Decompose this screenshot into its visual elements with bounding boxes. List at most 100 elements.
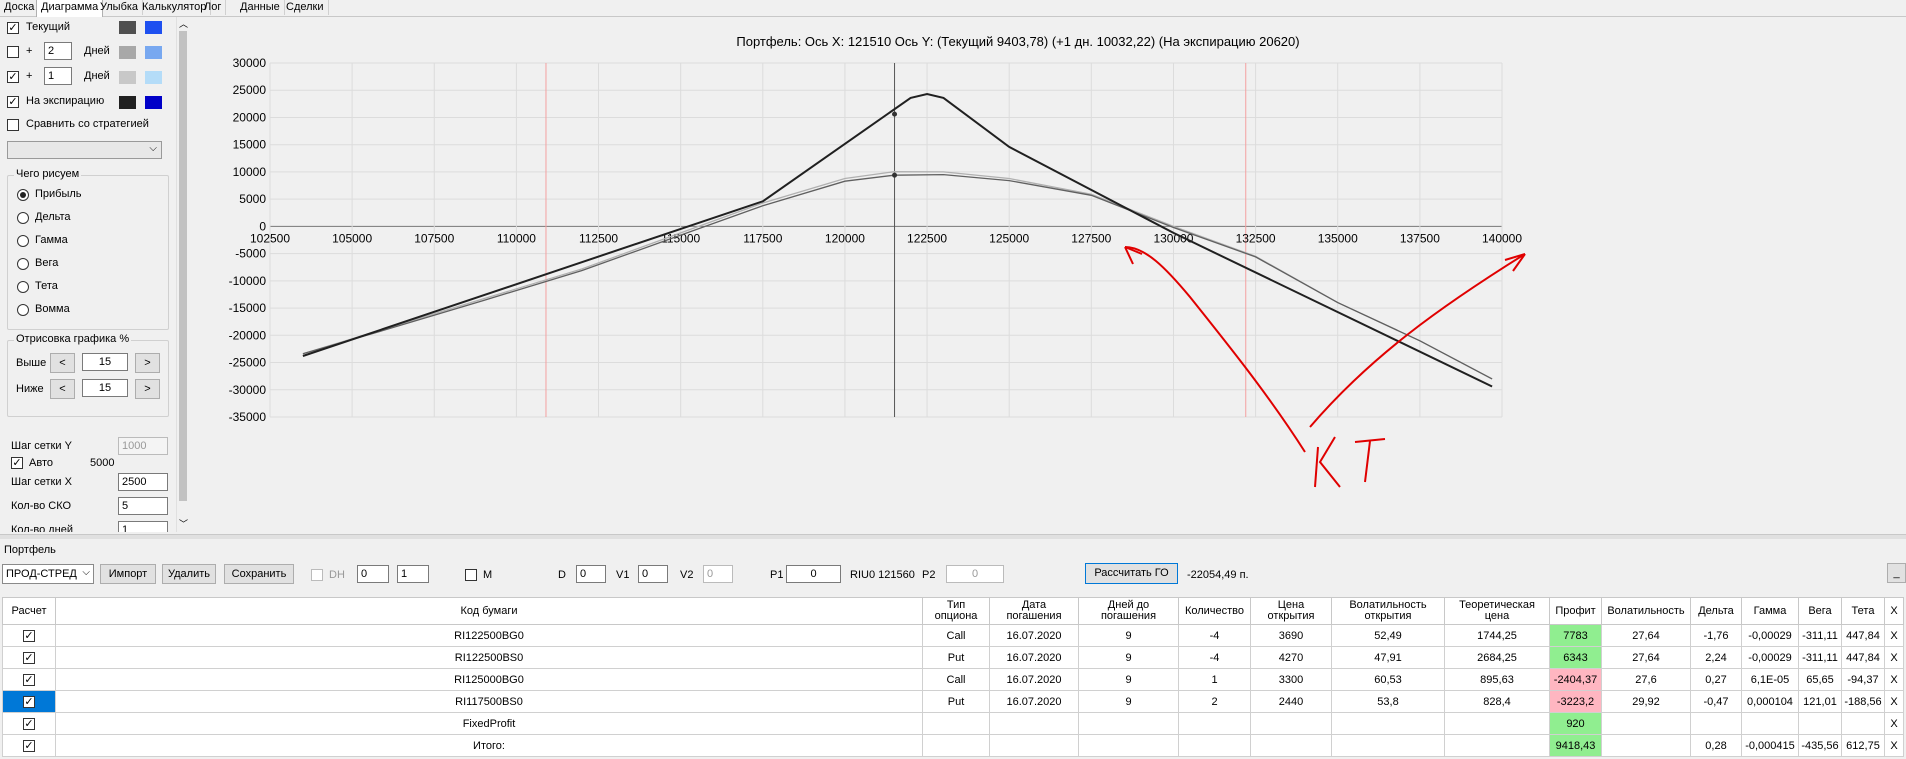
col-days[interactable]: Дней до погашения bbox=[1078, 597, 1179, 625]
dh-input-1[interactable]: 0 bbox=[357, 565, 389, 583]
d-input[interactable]: 0 bbox=[576, 565, 606, 583]
col-x[interactable]: X bbox=[1884, 597, 1904, 625]
import-button[interactable]: Импорт bbox=[100, 564, 156, 584]
tab-smile[interactable]: Улыбка bbox=[96, 0, 144, 15]
row-calc-cell[interactable]: ✓ bbox=[2, 712, 56, 735]
col-delta[interactable]: Дельта bbox=[1690, 597, 1742, 625]
delete-button[interactable]: Удалить bbox=[162, 564, 216, 584]
col-open-price[interactable]: Цена открытия bbox=[1250, 597, 1332, 625]
table-row[interactable]: ✓ RI122500BS0 Put 16.07.2020 9 -4 4270 47,91 268… bbox=[2, 646, 1904, 669]
current-color-swatch[interactable] bbox=[119, 21, 136, 34]
splitter[interactable] bbox=[0, 534, 1906, 539]
col-vol[interactable]: Волатильность bbox=[1601, 597, 1691, 625]
row-calc-checkbox[interactable]: ✓ bbox=[23, 673, 35, 686]
radio-vega[interactable] bbox=[17, 258, 29, 270]
cell-remove[interactable]: X bbox=[1884, 624, 1904, 647]
grid-x-input[interactable]: 2500 bbox=[118, 473, 168, 491]
table-row[interactable]: ✓ RI122500BG0 Call 16.07.2020 9 -4 3690 52,49 17… bbox=[2, 624, 1904, 647]
row-calc-checkbox[interactable]: ✓ bbox=[23, 717, 35, 730]
scroll-up-icon[interactable]: ︿ bbox=[179, 17, 188, 30]
plus-days-1-swatch-2[interactable] bbox=[145, 46, 162, 59]
col-vega[interactable]: Вега bbox=[1798, 597, 1842, 625]
row-calc-cell[interactable]: ✓ bbox=[2, 624, 56, 647]
above-input[interactable]: 15 bbox=[82, 353, 128, 371]
cell-remove[interactable]: X bbox=[1884, 734, 1904, 757]
expiry-checkbox[interactable]: ✓ bbox=[7, 96, 19, 108]
col-theta[interactable]: Тета bbox=[1841, 597, 1885, 625]
row-calc-checkbox[interactable]: ✓ bbox=[23, 651, 35, 664]
below-prev-button[interactable]: < bbox=[50, 379, 75, 399]
col-profit[interactable]: Профит bbox=[1549, 597, 1602, 625]
cell-remove[interactable]: X bbox=[1884, 690, 1904, 713]
row-calc-checkbox[interactable]: ✓ bbox=[23, 695, 35, 708]
radio-delta[interactable] bbox=[17, 212, 29, 224]
payoff-chart[interactable]: Портфель: Ось X: 121510 Ось Y: (Текущий … bbox=[190, 17, 1906, 532]
col-gamma[interactable]: Гамма bbox=[1741, 597, 1799, 625]
plus-days-2-checkbox[interactable]: ✓ bbox=[7, 71, 19, 83]
m-checkbox[interactable] bbox=[465, 569, 477, 581]
col-date[interactable]: Дата погашения bbox=[989, 597, 1079, 625]
left-scrollbar[interactable]: ︿ ﹀ bbox=[176, 17, 189, 532]
row-calc-cell[interactable]: ✓ bbox=[2, 668, 56, 691]
sko-input[interactable]: 5 bbox=[118, 497, 168, 515]
below-next-button[interactable]: > bbox=[135, 379, 160, 399]
compare-checkbox[interactable] bbox=[7, 119, 19, 131]
radio-profit[interactable] bbox=[17, 189, 29, 201]
minimize-button[interactable]: _ bbox=[1887, 563, 1906, 583]
save-button[interactable]: Сохранить bbox=[224, 564, 294, 584]
col-open-vol[interactable]: Волатильность открытия bbox=[1331, 597, 1445, 625]
tab-deals[interactable]: Сделки bbox=[282, 0, 329, 15]
radio-theta[interactable] bbox=[17, 281, 29, 293]
row-calc-cell[interactable]: ✓ bbox=[2, 646, 56, 669]
expiry-swatch[interactable] bbox=[119, 96, 136, 109]
dh-checkbox[interactable] bbox=[311, 569, 323, 581]
row-calc-checkbox[interactable]: ✓ bbox=[23, 739, 35, 752]
cell-remove[interactable]: X bbox=[1884, 712, 1904, 735]
row-calc-cell[interactable]: ✓ bbox=[2, 690, 56, 713]
current-checkbox[interactable]: ✓ bbox=[7, 22, 19, 34]
calc-go-button[interactable]: Рассчитать ГО bbox=[1085, 563, 1178, 584]
v2-input[interactable]: 0 bbox=[703, 565, 733, 583]
plus-days-2-swatch-2[interactable] bbox=[145, 71, 162, 84]
col-calc[interactable]: Расчет bbox=[2, 597, 56, 625]
plus-days-2-input[interactable]: 1 bbox=[44, 67, 72, 85]
p1-input[interactable]: 0 bbox=[786, 565, 841, 583]
days-input[interactable]: 1 bbox=[118, 521, 168, 532]
scroll-down-icon[interactable]: ﹀ bbox=[179, 517, 188, 530]
table-row[interactable]: ✓ Итого: 9418,43 0,28 -0,000415 -435,56 612,75… bbox=[2, 734, 1904, 757]
p2-input[interactable]: 0 bbox=[946, 565, 1004, 583]
table-row[interactable]: ✓ RI117500BS0 Put 16.07.2020 9 2 2440 53,8 828,4… bbox=[2, 690, 1904, 713]
grid-y-input[interactable]: 1000 bbox=[118, 437, 168, 455]
auto-checkbox[interactable]: ✓ bbox=[11, 457, 23, 469]
dh-input-2[interactable]: 1 bbox=[397, 565, 429, 583]
above-next-button[interactable]: > bbox=[135, 353, 160, 373]
plus-days-1-swatch[interactable] bbox=[119, 46, 136, 59]
col-theo-price[interactable]: Теоретическая цена bbox=[1444, 597, 1550, 625]
col-type[interactable]: Тип опциона bbox=[922, 597, 990, 625]
above-prev-button[interactable]: < bbox=[50, 353, 75, 373]
table-row[interactable]: ✓ RI125000BG0 Call 16.07.2020 9 1 3300 60,53 895… bbox=[2, 668, 1904, 691]
cell-remove[interactable]: X bbox=[1884, 668, 1904, 691]
col-code[interactable]: Код бумаги bbox=[55, 597, 923, 625]
cell-remove[interactable]: X bbox=[1884, 646, 1904, 669]
plus-days-1-checkbox[interactable] bbox=[7, 46, 19, 58]
row-calc-cell[interactable]: ✓ bbox=[2, 734, 56, 757]
strategy-select[interactable]: ПРОД-СТРЕД ⌵ bbox=[2, 564, 94, 584]
below-input[interactable]: 15 bbox=[82, 379, 128, 397]
table-row[interactable]: ✓ FixedProfit 920 X bbox=[2, 712, 1904, 735]
plus-days-2-swatch[interactable] bbox=[119, 71, 136, 84]
scroll-thumb[interactable] bbox=[179, 31, 187, 501]
strategy-compare-dropdown[interactable]: ⌵ bbox=[7, 141, 162, 159]
expiry-swatch-2[interactable] bbox=[145, 96, 162, 109]
plus-days-1-input[interactable]: 2 bbox=[44, 42, 72, 60]
radio-gamma[interactable] bbox=[17, 235, 29, 247]
col-qty[interactable]: Количество bbox=[1178, 597, 1251, 625]
tab-data[interactable]: Данные bbox=[236, 0, 285, 15]
current-color-swatch-2[interactable] bbox=[145, 21, 162, 34]
row-calc-checkbox[interactable]: ✓ bbox=[23, 629, 35, 642]
radio-vomma[interactable] bbox=[17, 304, 29, 316]
tab-log[interactable]: Лог bbox=[200, 0, 227, 15]
tab-board[interactable]: Доска bbox=[0, 0, 40, 15]
tab-diagram[interactable]: Диаграмма bbox=[36, 0, 104, 17]
v1-input[interactable]: 0 bbox=[638, 565, 668, 583]
